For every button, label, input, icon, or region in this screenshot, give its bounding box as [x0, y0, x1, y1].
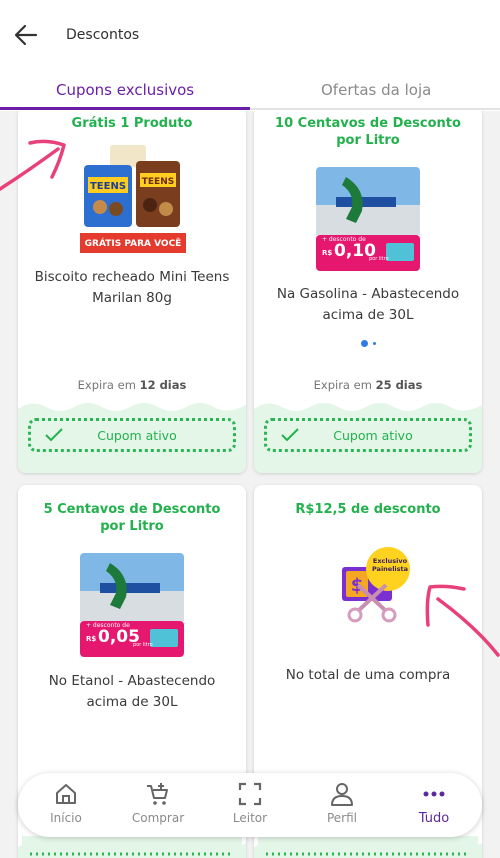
svg-text:TEENS: TEENS [90, 181, 126, 192]
coupon-grid: Grátis 1 Produto TEENS TEENS GRÁTIS PARA… [0, 111, 500, 858]
tab-bar: Cupons exclusivos Ofertas da loja [0, 75, 500, 111]
expiry-days: 25 dias [375, 378, 423, 392]
expiry-prefix: Expira em [77, 378, 140, 392]
nav-label: Início [50, 811, 82, 825]
annotation-arrow-right [425, 584, 500, 657]
coupon-card[interactable]: 10 Centavos de Desconto por Litro + desc… [254, 111, 482, 473]
more-dots-icon [423, 791, 445, 797]
carousel-dots [254, 332, 482, 351]
active-tab-indicator [0, 107, 250, 110]
coupon-title: R$12,5 de desconto [295, 502, 441, 517]
coupon-title: 5 Centavos de Desconto por Litro [43, 502, 221, 534]
coupon-active-status[interactable]: Cupom ativo [264, 418, 472, 452]
tab-divider [250, 108, 500, 110]
coupon-title: 10 Centavos de Desconto por Litro [275, 116, 461, 148]
nav-label: Leitor [232, 811, 268, 825]
check-icon [45, 428, 63, 442]
tab-ofertas-da-loja[interactable]: Ofertas da loja [321, 81, 431, 99]
back-arrow-icon[interactable] [12, 22, 40, 48]
check-icon [281, 428, 299, 442]
nav-tudo[interactable]: Tudo [394, 781, 474, 826]
expiry-days: 12 dias [139, 378, 187, 392]
tab-cupons-exclusivos[interactable]: Cupons exclusivos [56, 81, 194, 99]
carousel-dot-active [361, 340, 368, 347]
coupon-expiry: Expira em 12 dias [18, 378, 246, 392]
nav-inicio[interactable]: Início [26, 781, 106, 825]
product-promo-badge: GRÁTIS PARA VOCÊ [84, 239, 182, 249]
fuel-promo-unit: por litro [133, 642, 153, 648]
annotation-arrow-left [0, 139, 66, 191]
nav-perfil[interactable]: Perfil [302, 781, 382, 825]
fuel-promo-currency: R$ [322, 249, 333, 257]
coupon-description: No Etanol - Abastecendo acima de 30L [48, 673, 216, 710]
person-icon [331, 783, 353, 806]
nav-comprar[interactable]: Comprar [118, 781, 198, 825]
scan-icon [238, 782, 262, 806]
coupon-expiry: Expira em 25 dias [254, 378, 482, 392]
nav-label: Tudo [418, 811, 450, 826]
fuel-promo-currency: R$ [86, 635, 97, 643]
coupon-description: No total de uma compra [285, 667, 451, 683]
expiry-prefix: Expira em [313, 378, 376, 392]
coupon-title: Grátis 1 Produto [71, 116, 193, 131]
carousel-dot [373, 342, 376, 345]
fuel-promo-unit: por litro [369, 256, 389, 262]
nav-label: Comprar [131, 811, 185, 825]
svg-text:TEENS: TEENS [142, 177, 174, 187]
top-bar: Descontos [0, 0, 500, 70]
home-icon [56, 784, 76, 804]
coupon-active-status[interactable]: Cupom ativo [28, 418, 236, 452]
nav-label: Perfil [326, 811, 358, 825]
nav-leitor[interactable]: Leitor [210, 781, 290, 825]
exclusive-badge-text: Exclusivo Painelista [371, 557, 409, 573]
bottom-navigation: Início Comprar Leitor Perfil Tudo [18, 773, 482, 837]
coupon-description: Na Gasolina - Abastecendo acima de 30L [276, 286, 460, 323]
card-footer-peek [22, 836, 478, 858]
page-title: Descontos [66, 27, 140, 43]
coupon-description: Biscoito recheado Mini Teens Marilan 80g [34, 269, 230, 306]
cart-plus-icon [147, 783, 168, 805]
